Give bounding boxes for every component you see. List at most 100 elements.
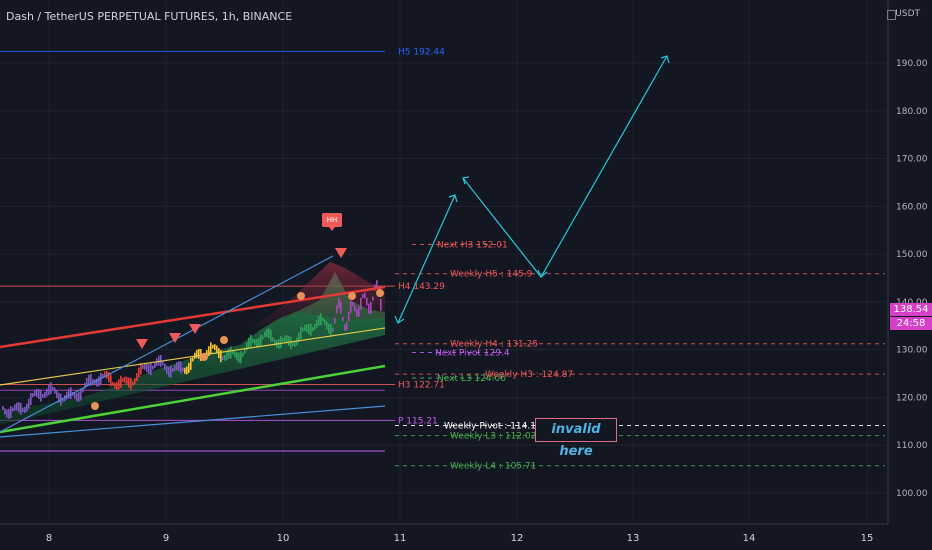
x-tick-label: 9	[163, 533, 169, 544]
candle	[184, 367, 186, 374]
candle	[254, 339, 256, 346]
pivot-level-label: H5 192.44	[398, 47, 445, 57]
candle	[188, 362, 190, 373]
candle	[350, 300, 352, 313]
candle	[372, 296, 374, 301]
signal-dot	[297, 292, 305, 300]
x-tick-label: 11	[394, 533, 407, 544]
hh-label: HH	[322, 213, 342, 231]
candle	[96, 378, 98, 387]
candle	[312, 327, 314, 332]
candle	[304, 324, 306, 331]
candle	[346, 322, 348, 331]
candle	[366, 297, 368, 306]
pivot-level-label: H3 122.71	[398, 380, 445, 390]
bearish-signal-marker	[189, 324, 201, 334]
y-tick-label: 100.00	[896, 489, 928, 499]
candle	[356, 309, 358, 318]
candle	[54, 387, 56, 394]
candle	[224, 354, 226, 361]
candle	[110, 374, 112, 387]
y-tick-label: 180.00	[896, 107, 928, 117]
candle	[6, 409, 8, 418]
pivot-level-label: P 115.21	[398, 416, 438, 426]
candle	[134, 378, 136, 385]
candle	[338, 297, 340, 308]
candle	[178, 361, 180, 372]
candle	[268, 328, 270, 339]
candle	[354, 305, 356, 312]
candle	[166, 366, 168, 375]
candle	[360, 297, 362, 310]
candle	[10, 406, 12, 419]
y-tick-label: 130.00	[896, 346, 928, 356]
candle	[44, 391, 46, 398]
candle	[198, 348, 200, 359]
candle	[148, 364, 150, 375]
candle	[8, 408, 10, 419]
candle	[196, 349, 198, 358]
candle	[2, 406, 4, 410]
candle	[40, 389, 42, 402]
y-tick-label: 120.00	[896, 393, 928, 403]
candle	[340, 301, 342, 314]
candle	[306, 324, 308, 333]
candle	[170, 365, 172, 378]
pivot-level-label: Weekly H3 : 124.87	[485, 370, 573, 380]
candle	[128, 377, 130, 388]
candle	[328, 323, 330, 334]
candle	[68, 388, 70, 399]
candle	[118, 379, 120, 390]
invalid-here-annotation: invalid here	[535, 418, 617, 459]
candle	[114, 382, 116, 389]
pivot-level-label: Next H3 152.01	[437, 241, 508, 251]
price-chart[interactable]: 100.00110.00120.00130.00140.00150.00160.…	[0, 0, 932, 550]
candle	[228, 348, 230, 359]
candle	[236, 352, 238, 361]
candle	[256, 338, 258, 347]
pivot-level-label: Weekly L3 : 112.02	[450, 432, 536, 442]
y-tick-label: 150.00	[896, 250, 928, 260]
x-tick-label: 12	[511, 533, 524, 544]
candle	[26, 403, 28, 412]
candle	[18, 402, 20, 413]
x-tick-label: 15	[861, 533, 874, 544]
candle	[122, 377, 124, 382]
x-tick-label: 8	[46, 533, 52, 544]
pivot-level-label: Weekly H5 : 145.9	[450, 270, 533, 280]
pivot-level-label: Next Pivot 129.4	[435, 349, 510, 359]
candle	[320, 313, 322, 326]
bearish-signal-marker	[136, 339, 148, 349]
candle	[138, 367, 140, 378]
candle	[74, 392, 76, 399]
candle	[142, 364, 144, 369]
candle	[20, 402, 22, 415]
candle	[336, 305, 338, 314]
signal-dot	[220, 336, 228, 344]
candle	[144, 363, 146, 370]
x-tick-label: 13	[627, 533, 640, 544]
candle	[176, 362, 178, 371]
candle	[326, 321, 328, 330]
candle	[284, 335, 286, 342]
candle	[168, 366, 170, 377]
candle	[226, 352, 228, 361]
candle	[116, 381, 118, 390]
candle	[212, 344, 214, 349]
candle	[174, 364, 176, 371]
candle	[288, 335, 290, 346]
candle	[300, 326, 302, 339]
candle	[136, 373, 138, 382]
signal-dot	[348, 292, 356, 300]
pivot-level-label: H4 143.29	[398, 282, 445, 292]
candle	[252, 338, 254, 343]
candle	[182, 367, 184, 372]
candle	[158, 355, 160, 366]
candle	[152, 365, 154, 370]
candle	[124, 376, 126, 383]
candle	[126, 376, 128, 385]
candle	[88, 374, 90, 385]
candle	[186, 366, 188, 375]
x-tick-label: 14	[743, 533, 756, 544]
pivot-level-label: Weekly L4 : 105.71	[450, 462, 536, 472]
